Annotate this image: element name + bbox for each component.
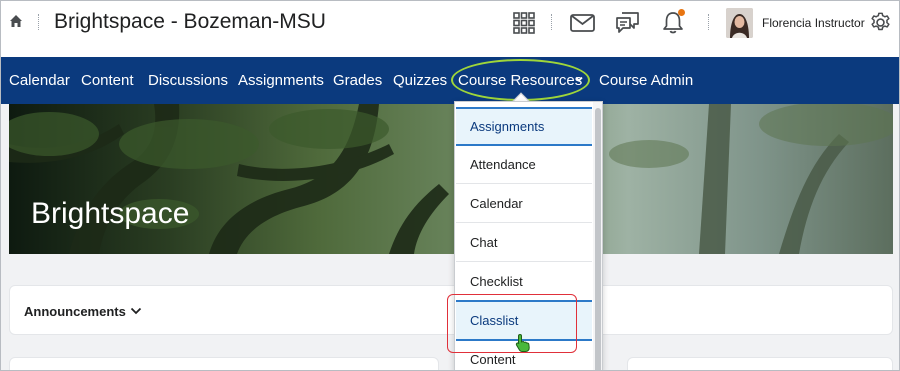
avatar[interactable]: [726, 8, 753, 38]
nav-item-assignments[interactable]: Assignments: [238, 72, 324, 89]
separator: [708, 14, 710, 30]
course-banner: Brightspace: [9, 104, 893, 254]
nav-item-quizzes[interactable]: Quizzes: [393, 72, 447, 89]
top-bar: Brightspace - Bozeman-MSU Florencia Inst…: [1, 1, 899, 57]
nav-item-course-admin[interactable]: Course Admin: [599, 72, 693, 89]
callout-box: [447, 294, 577, 353]
nav-item-content[interactable]: Content: [81, 72, 134, 89]
menu-item-assignments[interactable]: Assignments: [456, 107, 592, 146]
nav-item-calendar[interactable]: Calendar: [9, 72, 70, 89]
waffle-icon[interactable]: [513, 12, 535, 34]
separator: [38, 14, 40, 30]
scrollbar-thumb[interactable]: [595, 108, 601, 370]
banner-title: Brightspace: [31, 197, 190, 230]
widget-panel: [9, 357, 439, 370]
gear-icon[interactable]: [869, 11, 892, 34]
mail-icon[interactable]: [570, 14, 595, 32]
user-name[interactable]: Florencia Instructor: [762, 16, 865, 30]
notification-dot: [678, 9, 685, 16]
separator: [551, 14, 553, 30]
forest-image: [9, 104, 893, 254]
menu-item-chat[interactable]: Chat: [456, 224, 592, 262]
home-icon[interactable]: [9, 14, 23, 28]
widget-panel: [627, 357, 893, 370]
menu-item-attendance[interactable]: Attendance: [456, 146, 592, 184]
chevron-down-icon[interactable]: [130, 307, 142, 315]
nav-item-grades[interactable]: Grades: [333, 72, 382, 89]
menu-item-calendar[interactable]: Calendar: [456, 185, 592, 223]
nav-item-discussions[interactable]: Discussions: [148, 72, 228, 89]
chat-icon[interactable]: [615, 11, 640, 35]
hand-cursor-icon: [515, 334, 530, 352]
screenshot-frame: Brightspace - Bozeman-MSU Florencia Inst…: [0, 0, 900, 371]
announcements-title[interactable]: Announcements: [24, 304, 126, 319]
org-title[interactable]: Brightspace - Bozeman-MSU: [54, 10, 326, 34]
